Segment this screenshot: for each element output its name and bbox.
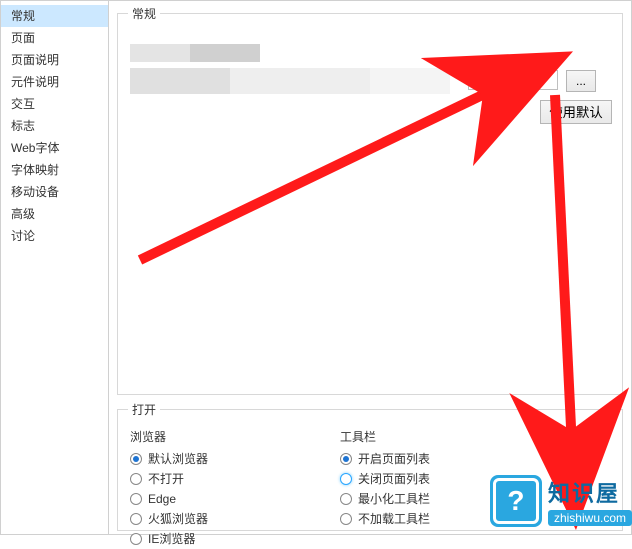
radio-label: Edge	[148, 490, 176, 508]
browser-title: 浏览器	[130, 428, 298, 445]
radio-label: 不打开	[148, 470, 184, 488]
sidebar-item-font-mapping[interactable]: 字体映射	[1, 159, 108, 181]
radio-icon	[340, 453, 352, 465]
sidebar-item-page[interactable]: 页面	[1, 27, 108, 49]
radio-label: 开启页面列表	[358, 450, 430, 468]
radio-icon	[130, 513, 142, 525]
sidebar-item-label: 常规	[11, 9, 35, 23]
group-open-legend: 打开	[128, 401, 160, 418]
sidebar-item-discuss[interactable]: 讨论	[1, 225, 108, 247]
watermark-icon: ?	[490, 475, 542, 527]
radio-open-pagelist[interactable]: 开启页面列表	[338, 449, 508, 469]
sidebar-item-advanced[interactable]: 高级	[1, 203, 108, 225]
radio-edge[interactable]: Edge	[128, 489, 298, 509]
radio-icon	[130, 473, 142, 485]
toolbar-title: 工具栏	[340, 428, 508, 445]
sidebar-item-widget-notes[interactable]: 元件说明	[1, 71, 108, 93]
sidebar-item-label: Web字体	[11, 141, 59, 155]
radio-min-toolbar[interactable]: 最小化工具栏	[338, 489, 508, 509]
sidebar-item-mobile[interactable]: 移动设备	[1, 181, 108, 203]
output-path-input[interactable]	[468, 70, 558, 90]
settings-sidebar: 常规 页面 页面说明 元件说明 交互 标志 Web字体 字体映射 移动设备 高级…	[1, 1, 109, 534]
sidebar-item-webfonts[interactable]: Web字体	[1, 137, 108, 159]
use-default-button[interactable]: 使用默认	[540, 100, 612, 124]
radio-label: 默认浏览器	[148, 450, 208, 468]
sidebar-item-label: 页面	[11, 31, 35, 45]
radio-icon	[130, 493, 142, 505]
radio-label: 关闭页面列表	[358, 470, 430, 488]
sidebar-item-interactions[interactable]: 交互	[1, 93, 108, 115]
radio-icon	[130, 453, 142, 465]
sidebar-item-label: 交互	[11, 97, 35, 111]
radio-ie[interactable]: IE浏览器	[128, 529, 298, 549]
radio-label: 最小化工具栏	[358, 490, 430, 508]
radio-label: 不加载工具栏	[358, 510, 430, 528]
sidebar-item-label: 高级	[11, 207, 35, 221]
radio-no-toolbar[interactable]: 不加载工具栏	[338, 509, 508, 529]
watermark-brand-en: zhishiwu.com	[548, 510, 632, 526]
sidebar-item-label: 元件说明	[11, 75, 59, 89]
sidebar-item-label: 页面说明	[11, 53, 59, 67]
radio-icon	[340, 493, 352, 505]
radio-icon	[340, 513, 352, 525]
sidebar-item-page-notes[interactable]: 页面说明	[1, 49, 108, 71]
radio-close-pagelist[interactable]: 关闭页面列表	[338, 469, 508, 489]
sidebar-item-label: 讨论	[11, 229, 35, 243]
browser-column: 浏览器 默认浏览器 不打开 Edge 火狐浏览器 IE浏览器	[128, 428, 298, 549]
question-mark-icon: ?	[507, 485, 524, 517]
radio-firefox[interactable]: 火狐浏览器	[128, 509, 298, 529]
sidebar-item-general[interactable]: 常规	[1, 5, 108, 27]
redacted-area	[130, 44, 500, 96]
watermark-brand-cn: 知识屋	[548, 476, 632, 508]
toolbar-column: 工具栏 开启页面列表 关闭页面列表 最小化工具栏 不加载工具栏	[338, 428, 508, 549]
browse-button[interactable]: ...	[566, 70, 596, 92]
radio-default-browser[interactable]: 默认浏览器	[128, 449, 298, 469]
radio-label: IE浏览器	[148, 530, 195, 548]
radio-label: 火狐浏览器	[148, 510, 208, 528]
group-general: 常规 ... 使用默认	[117, 5, 623, 395]
sidebar-item-label: 字体映射	[11, 163, 59, 177]
main-panel: 常规 ... 使用默认 打开 浏览器 默认浏览器 不打开 Edge 火狐浏览器 …	[109, 1, 631, 534]
group-general-legend: 常规	[128, 5, 160, 22]
radio-no-open[interactable]: 不打开	[128, 469, 298, 489]
radio-icon	[340, 473, 352, 485]
sidebar-item-label: 移动设备	[11, 185, 59, 199]
sidebar-item-logo[interactable]: 标志	[1, 115, 108, 137]
watermark: ? 知识屋 zhishiwu.com	[490, 475, 632, 527]
sidebar-item-label: 标志	[11, 119, 35, 133]
